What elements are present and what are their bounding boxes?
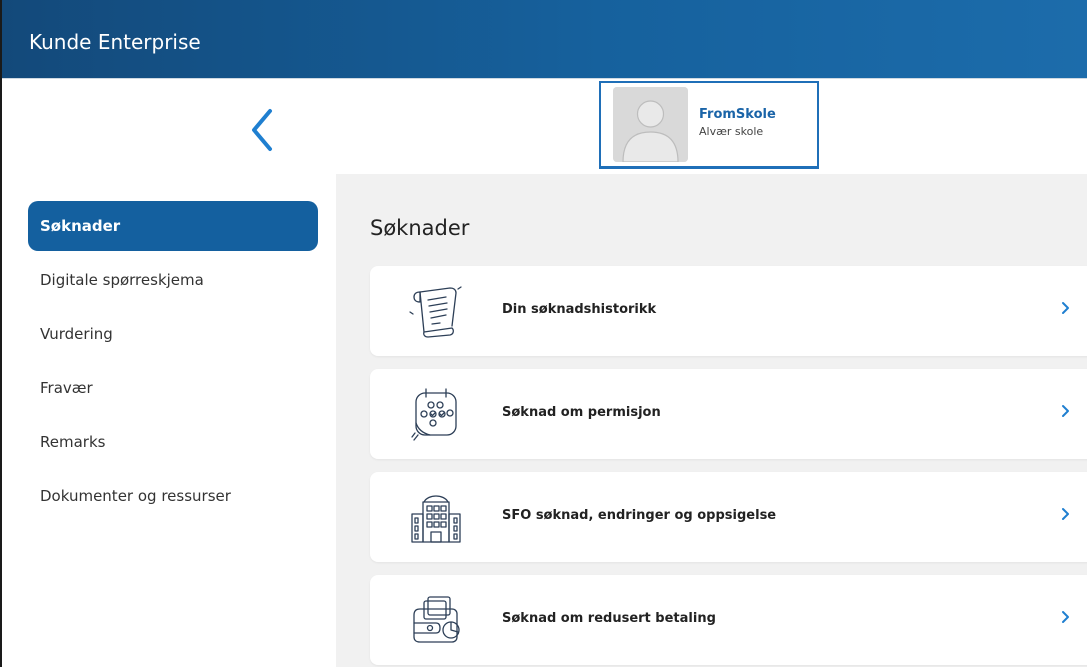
- sidebar-item-fravaer[interactable]: Fravær: [28, 363, 318, 413]
- card-sfo-soknad[interactable]: SFO søknad, endringer og oppsigelse: [370, 472, 1087, 562]
- sidebar-item-soknader[interactable]: Søknader: [28, 201, 318, 251]
- page-title: Søknader: [370, 216, 470, 240]
- app-title: Kunde Enterprise: [29, 30, 201, 54]
- profile-name: FromSkole: [699, 107, 776, 122]
- card-label: Søknad om permisjon: [502, 405, 661, 420]
- card-label: Søknad om redusert betaling: [502, 611, 716, 626]
- user-avatar-icon: [613, 87, 688, 162]
- card-label: SFO søknad, endringer og oppsigelse: [502, 508, 777, 523]
- sidebar-item-digitale-sporreskjema[interactable]: Digitale spørreskjema: [28, 255, 318, 305]
- chevron-right-icon: [1062, 508, 1069, 520]
- sidebar-item-vurdering[interactable]: Vurdering: [28, 309, 318, 359]
- header-row: FromSkole Alvær skole: [2, 78, 1087, 174]
- profile-card[interactable]: FromSkole Alvær skole: [599, 81, 819, 169]
- chevron-left-icon: [252, 109, 272, 151]
- chevron-right-icon: [1062, 405, 1069, 417]
- sidebar: Søknader Digitale spørreskjema Vurdering…: [2, 174, 336, 667]
- scroll-icon: [406, 282, 466, 340]
- chevron-right-icon: [1062, 611, 1069, 623]
- card-redusert-betaling[interactable]: Søknad om redusert betaling: [370, 575, 1087, 665]
- wallet-icon: [406, 591, 466, 649]
- card-permisjon[interactable]: Søknad om permisjon: [370, 369, 1087, 459]
- sidebar-item-remarks[interactable]: Remarks: [28, 417, 318, 467]
- school-building-icon: [406, 488, 466, 546]
- profile-school: Alvær skole: [699, 125, 764, 138]
- avatar: [613, 87, 688, 162]
- card-label: Din søknadshistorikk: [502, 302, 657, 317]
- sidebar-item-dokumenter[interactable]: Dokumenter og ressurser: [28, 471, 318, 521]
- card-soknadshistorikk[interactable]: Din søknadshistorikk: [370, 266, 1087, 356]
- top-bar: Kunde Enterprise: [2, 0, 1087, 78]
- main-content: Søknader Din søknadshistorikk Søknad om …: [336, 174, 1087, 667]
- calendar-icon: [406, 385, 466, 443]
- back-button[interactable]: [246, 107, 282, 153]
- chevron-right-icon: [1062, 302, 1069, 314]
